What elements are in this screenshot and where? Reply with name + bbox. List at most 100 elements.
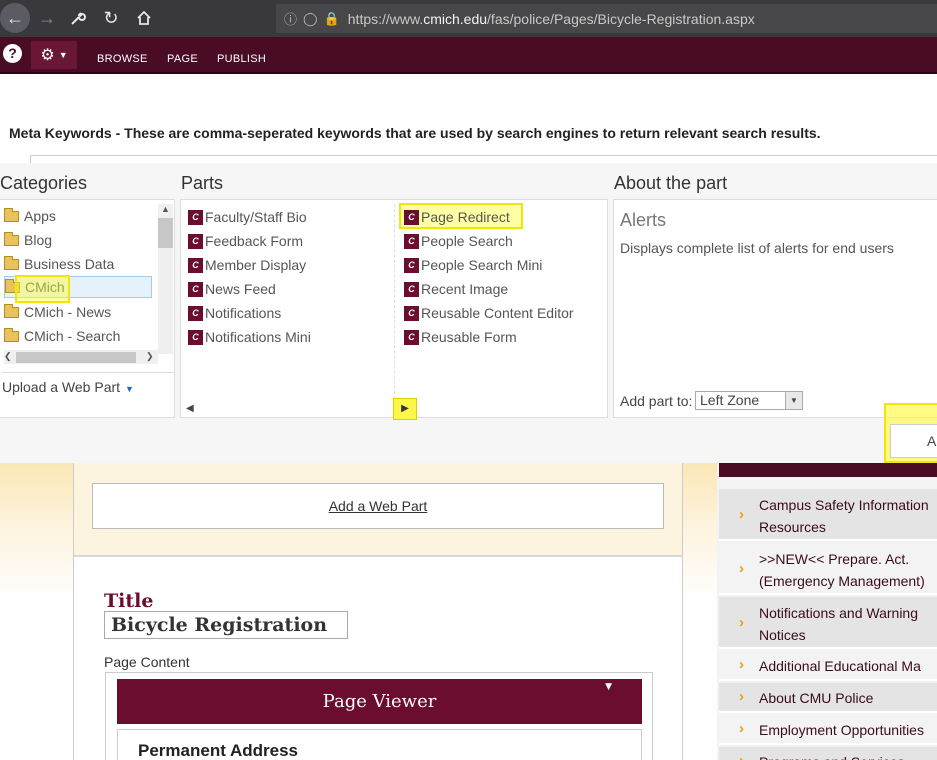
meta-keywords-field[interactable] [30,155,937,163]
cmu-webpart-icon: C [188,209,203,225]
cmu-webpart-icon: C [404,305,419,321]
cmu-webpart-icon: C [404,257,419,273]
category-cmich-news[interactable]: CMich - News [4,301,152,323]
sidebar-item-about-police[interactable]: › About CMU Police [719,683,937,713]
wrench-icon[interactable] [64,4,92,32]
add-button[interactable]: Add [890,424,937,458]
part-label: Reusable Form [421,329,517,345]
part-reusable-content-editor[interactable]: C Reusable Content Editor [404,302,574,324]
sidebar-item-label: Programs and Services [759,751,905,760]
part-label: Page Redirect [421,209,510,225]
category-label: CMich - Search [24,328,121,344]
scroll-up-icon[interactable]: ▲ [161,204,170,214]
tab-publish[interactable]: PUBLISH [217,53,266,65]
part-feedback-form[interactable]: C Feedback Form [188,230,303,252]
part-people-search[interactable]: C People Search [404,230,513,252]
part-member-display[interactable]: C Member Display [188,254,306,276]
part-reusable-form[interactable]: C Reusable Form [404,326,517,348]
part-label: Recent Image [421,281,509,297]
chevron-down-icon[interactable]: ▼ [605,677,612,697]
tab-page[interactable]: PAGE [167,53,198,65]
categories-vertical-scrollbar[interactable]: ▲ [158,204,173,354]
add-webpart-link[interactable]: Add a Web Part [92,483,664,529]
part-page-redirect[interactable]: C Page Redirect [404,206,510,228]
title-label: Title [104,590,154,612]
zone-select[interactable]: Left Zone ▼ [695,391,803,410]
reload-icon[interactable]: ↻ [97,4,125,32]
sidebar-item-label: Additional Educational Ma [759,658,921,674]
categories-list: Apps Blog Business Data CMich CMich - Ne… [0,199,175,418]
part-notifications-mini[interactable]: C Notifications Mini [188,326,311,348]
chevron-down-icon: ▼ [785,392,802,409]
help-icon[interactable]: ? [3,44,22,63]
scroll-thumb[interactable] [158,218,173,248]
chevron-right-icon: › [739,720,744,737]
permanent-address-heading: Permanent Address [138,741,298,760]
upload-label: Upload a Web Part [2,379,121,395]
sidebar-item-campus-safety[interactable]: › Campus Safety Information Resources [719,489,937,541]
part-people-search-mini[interactable]: C People Search Mini [404,254,542,276]
part-label: People Search Mini [421,257,543,273]
parts-heading: Parts [181,173,224,193]
category-business-data[interactable]: Business Data [4,253,152,275]
sidebar-item-label: Campus Safety Information [759,497,929,513]
lock-icon: 🔒 [323,10,340,26]
category-label: CMich - News [24,304,112,320]
folder-icon [4,255,19,270]
back-arrow-icon[interactable]: ← [0,3,30,33]
scroll-left-icon[interactable]: ❮ [4,351,12,362]
scroll-thumb[interactable] [16,352,136,363]
meta-keywords-label: Meta Keywords - These are comma-seperate… [9,125,821,141]
webpart-adder: Categories Parts About the part Apps Blo… [0,163,937,463]
cmu-webpart-icon: C [404,209,419,225]
prev-page-icon[interactable]: ◀ [186,403,194,414]
browser-toolbar: ← → ↻ ⓘ ◯ 🔒 https://www.cmich.edu/fas/po… [0,0,937,37]
parts-list: C Faculty/Staff Bio C Feedback Form C Membe… [180,199,608,420]
categories-horizontal-scrollbar[interactable]: ❮ ❯ [4,350,158,364]
category-apps[interactable]: Apps [4,205,152,227]
settings-button[interactable]: ⚙ ▼ [31,41,77,69]
info-icon[interactable]: ⓘ [284,9,297,28]
cmu-webpart-icon: C [404,329,419,345]
scroll-right-icon[interactable]: ❯ [146,351,154,362]
upload-webpart-link[interactable]: Upload a Web Part ▼ [2,372,174,395]
category-blog[interactable]: Blog [4,229,152,251]
chevron-down-icon: ▼ [125,384,134,394]
shield-icon[interactable]: ◯ [303,11,318,27]
selection-highlight [15,275,70,303]
category-cmich-search[interactable]: CMich - Search [4,325,152,347]
add-button-label: Add [927,433,937,449]
sidebar-item-prepare-act[interactable]: › >>NEW<< Prepare. Act. (Emergency Manag… [719,543,937,595]
chevron-right-icon: › [739,614,744,631]
tab-browse[interactable]: BROWSE [97,53,148,65]
home-icon[interactable] [130,4,158,32]
parts-divider [394,204,395,404]
sidebar-item-programs[interactable]: › Programs and Services [719,747,937,760]
chevron-right-icon: › [739,506,744,523]
forward-arrow-icon[interactable]: → [33,4,61,32]
page-content-frame: Page Viewer ▼ Permanent Address [105,672,653,760]
add-part-to-label: Add part to: [620,393,693,409]
address-bar[interactable]: ⓘ ◯ 🔒 https://www.cmich.edu/fas/police/P… [276,4,937,33]
cmu-webpart-icon: C [188,305,203,321]
part-faculty-staff-bio[interactable]: C Faculty/Staff Bio [188,206,307,228]
title-input[interactable]: Bicycle Registration [104,611,348,639]
category-label: Blog [24,232,53,248]
sidebar-item-employment[interactable]: › Employment Opportunities [719,715,937,745]
sidebar-item-notifications[interactable]: › Notifications and Warning Notices [719,597,937,649]
cmu-webpart-icon: C [188,329,203,345]
category-label: Apps [24,208,56,224]
cmu-webpart-icon: C [188,233,203,249]
folder-icon [4,303,19,318]
categories-heading: Categories [0,173,88,193]
part-news-feed[interactable]: C News Feed [188,278,276,300]
part-label: Faculty/Staff Bio [205,209,307,225]
sidebar-item-label: Employment Opportunities [759,722,924,738]
sidebar-item-additional-educational[interactable]: › Additional Educational Ma [719,651,937,681]
next-page-icon[interactable]: ▶ [393,398,417,420]
part-label: Notifications Mini [205,329,311,345]
part-recent-image[interactable]: C Recent Image [404,278,508,300]
about-part-heading: About the part [614,173,728,193]
part-notifications[interactable]: C Notifications [188,302,281,324]
page-viewer-webpart[interactable]: Page Viewer ▼ [117,679,642,724]
